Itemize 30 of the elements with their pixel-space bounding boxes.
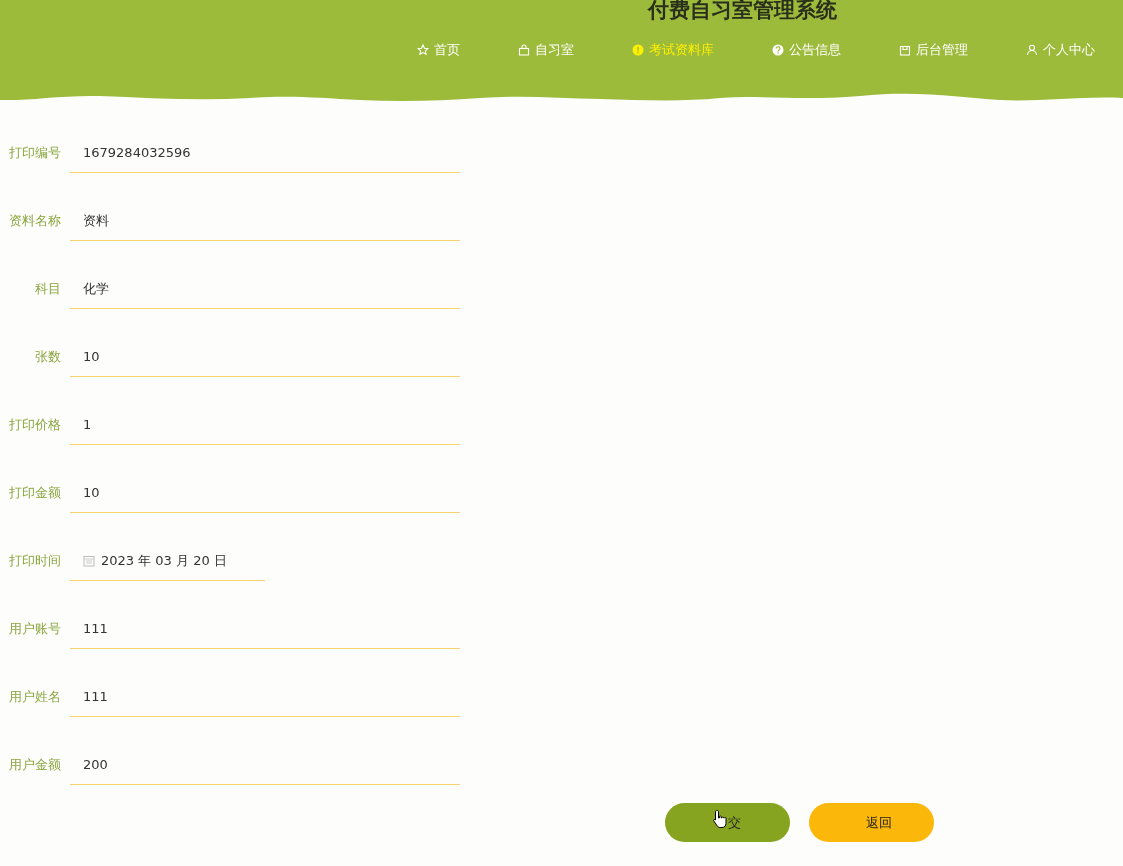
user-icon: [1026, 44, 1038, 56]
field-label: 打印金额: [8, 484, 61, 502]
input-field[interactable]: 1679284032596: [70, 133, 460, 173]
back-button[interactable]: 返回: [809, 803, 934, 842]
field-label: 打印时间: [8, 552, 61, 570]
input-field[interactable]: 111: [70, 609, 460, 649]
star-icon: [417, 44, 429, 56]
box-icon: [899, 44, 911, 56]
input-field[interactable]: 资料: [70, 201, 460, 241]
input-field[interactable]: 111: [70, 677, 460, 717]
alert-icon: [632, 44, 644, 56]
hand-cursor-icon: [712, 809, 728, 829]
date-field[interactable]: 2023 年 03 月 20 日: [70, 541, 265, 581]
input-field[interactable]: 200: [70, 745, 460, 785]
help-icon: [772, 44, 784, 56]
field-label: 张数: [34, 348, 61, 366]
submit-button[interactable]: 交: [665, 803, 790, 842]
input-field[interactable]: 10: [70, 337, 460, 377]
calendar-icon: [83, 554, 95, 567]
input-field[interactable]: 1: [70, 405, 460, 445]
field-label: 用户金额: [8, 756, 61, 774]
input-field[interactable]: 化学: [70, 269, 460, 309]
input-field[interactable]: 10: [70, 473, 460, 513]
field-label: 打印编号: [8, 144, 61, 162]
field-label: 用户姓名: [8, 688, 61, 706]
field-label: 资料名称: [8, 212, 61, 230]
bag-icon: [518, 44, 530, 56]
field-label: 用户账号: [8, 620, 61, 638]
field-label: 科目: [34, 280, 61, 298]
field-label: 打印价格: [8, 416, 61, 434]
